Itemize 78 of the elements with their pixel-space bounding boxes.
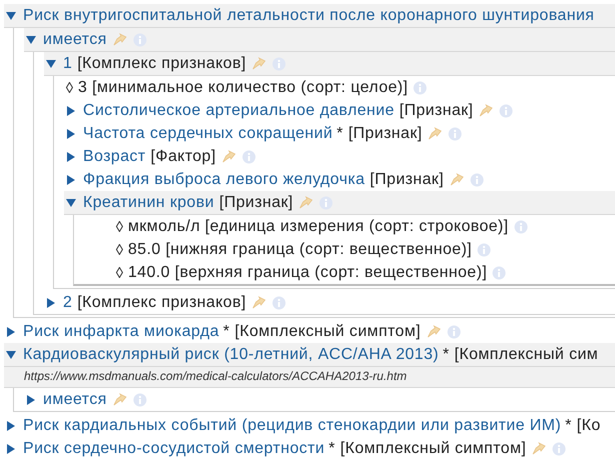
edit-icon[interactable] [298,196,314,210]
diamond-icon [116,244,123,255]
type-label: [Комплексный сим [454,346,598,364]
concept-link[interactable]: Риск кардиальных событий (рецидив стенокардии или развитие ИМ) [23,416,562,434]
edit-icon[interactable] [112,392,128,406]
type-label: [Ко [576,416,601,434]
expand-triangle-icon[interactable] [46,298,56,308]
required-mark: * [442,346,450,364]
type-label: [Комплексный симптом] [340,440,526,458]
concept-link[interactable]: Риск сердечно-сосудистой смертности [23,440,325,458]
required-mark: * [223,322,230,340]
info-icon[interactable] [492,266,506,280]
info-icon[interactable] [242,150,256,164]
type-label: [Комплекс признаков] [77,54,246,72]
collapse-triangle-icon[interactable] [6,10,16,20]
diamond-icon [116,267,123,278]
property-value: 140.0 [верхняя граница (сорт: вещественное)] [128,264,488,282]
concept-link[interactable]: имеется [43,30,107,48]
type-label: [Признак] [348,124,422,142]
info-icon[interactable] [499,104,514,118]
collapse-triangle-icon[interactable] [26,34,36,44]
concept-link[interactable]: Возраст [83,148,146,166]
property-value: мкмоль/л [единица измерения (сорт: строковое)] [128,218,509,236]
info-icon[interactable] [272,296,286,310]
collapse-triangle-icon[interactable] [6,350,16,360]
collapse-triangle-icon[interactable] [66,198,76,208]
concept-link[interactable]: Кардиоваскулярный риск (10-летний, ACC/AHA 2013) [23,346,439,364]
expand-triangle-icon[interactable] [6,444,16,454]
expand-triangle-icon[interactable] [66,174,76,184]
info-icon[interactable] [319,196,334,210]
expand-triangle-icon[interactable] [6,420,16,430]
edit-icon[interactable] [448,172,465,186]
concept-link[interactable]: Креатинин крови [83,194,214,212]
diamond-icon [66,82,73,93]
concept-link[interactable]: имеется [43,390,107,408]
diamond-icon [116,221,123,232]
info-icon[interactable] [272,56,286,70]
info-icon[interactable] [132,32,147,46]
info-icon[interactable] [470,172,484,186]
edit-icon[interactable] [112,32,128,46]
concept-link[interactable]: Фракция выброса левого желудочка [83,170,365,188]
edit-icon[interactable] [427,126,444,140]
type-label: [Фактор] [150,148,216,166]
property-value: 85.0 [нижняя граница (сорт: вещественное)] [128,240,472,258]
source-url: https://www.msdmanuals.com/medical-calculators/ACCAHA2013-ru.htm [4,367,615,388]
expand-triangle-icon[interactable] [66,128,76,138]
type-label: [Комплекс признаков] [77,294,246,312]
info-icon[interactable] [446,324,461,338]
info-icon[interactable] [412,80,427,94]
edit-icon[interactable] [220,150,237,164]
expand-triangle-icon[interactable] [66,152,76,162]
edit-icon[interactable] [531,442,548,456]
concept-link[interactable]: 2 [63,294,72,312]
concept-link[interactable]: Частота сердечных сокращений [83,124,333,142]
info-icon[interactable] [514,220,528,234]
type-label: [Признак] [370,170,444,188]
concept-link[interactable]: 1 [63,54,72,72]
concept-link[interactable]: Систолическое артериальное давление [83,102,394,120]
property-value: 3 [минимальное количество (сорт: целое)] [78,78,408,96]
edit-icon[interactable] [251,56,268,70]
expand-triangle-icon[interactable] [26,394,36,404]
edit-icon[interactable] [478,104,494,118]
type-label: [Комплексный симптом] [234,322,421,340]
type-label: [Признак] [399,102,474,120]
info-icon[interactable] [448,126,462,140]
expand-triangle-icon[interactable] [6,326,16,336]
info-icon[interactable] [476,242,491,256]
info-icon[interactable] [132,392,147,406]
concept-link[interactable]: Риск инфаркта миокарда [23,322,220,340]
required-mark: * [336,124,344,142]
edit-icon[interactable] [251,296,268,310]
type-label: [Признак] [219,194,294,212]
required-mark: * [328,440,336,458]
info-icon[interactable] [552,442,566,456]
expand-triangle-icon[interactable] [66,106,76,116]
edit-icon[interactable] [426,324,442,338]
required-mark: * [565,416,572,434]
collapse-triangle-icon[interactable] [46,58,56,68]
